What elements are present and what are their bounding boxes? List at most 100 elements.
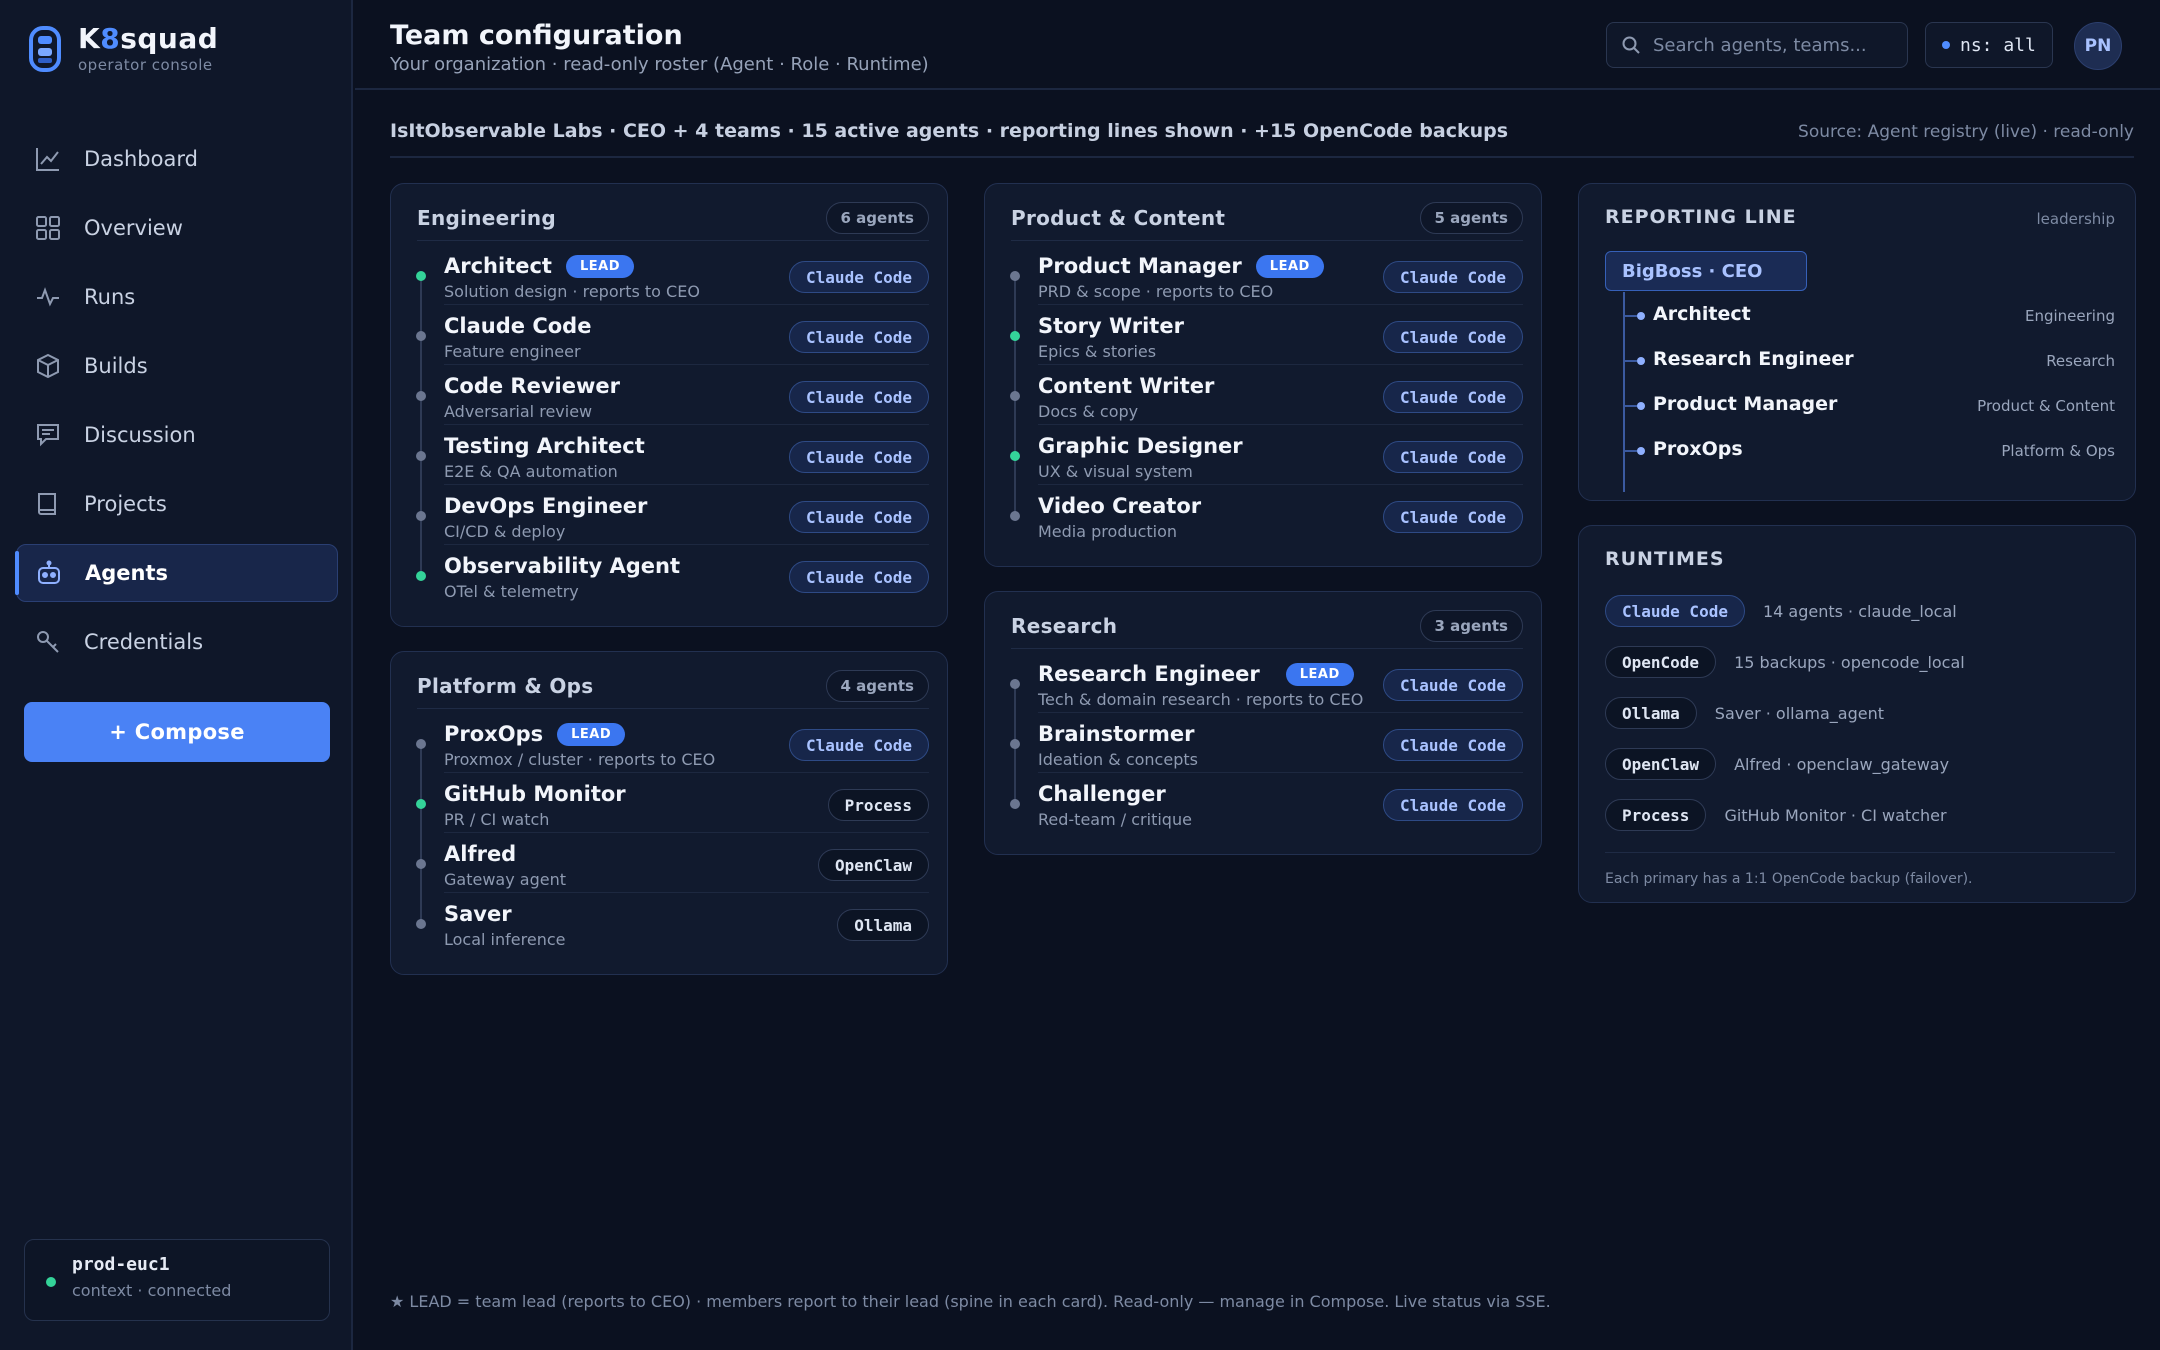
runtimes-card: RUNTIMES Claude Code 14 agents · claude_…: [1578, 525, 2136, 903]
report-row[interactable]: Architect Engineering: [1623, 301, 2115, 331]
runtime-badge[interactable]: Claude Code: [789, 441, 929, 473]
status-dot: [416, 799, 426, 809]
agent-row[interactable]: Challenger Red-team / critique Claude Co…: [985, 772, 1541, 832]
runtime-badge[interactable]: Claude Code: [1383, 789, 1523, 821]
pulse-icon: [34, 283, 62, 311]
sidebar-item-agents[interactable]: Agents: [15, 544, 338, 602]
status-dot: [1010, 511, 1020, 521]
agent-row[interactable]: Product Manager LEAD PRD & scope · report…: [985, 244, 1541, 304]
report-row[interactable]: Product Manager Product & Content: [1623, 391, 2115, 421]
agent-role: Local inference: [444, 930, 566, 949]
report-row[interactable]: ProxOps Platform & Ops: [1623, 436, 2115, 466]
agent-row[interactable]: Content Writer Docs & copy Claude Code: [985, 364, 1541, 424]
team-card-research: Research 3 agents Research Engineer LEAD …: [984, 591, 1542, 855]
runtime-badge[interactable]: Claude Code: [789, 261, 929, 293]
chart-line-icon: [34, 145, 62, 173]
runtime-badge: OpenClaw: [1605, 748, 1717, 780]
sidebar-item-label: Agents: [85, 561, 169, 585]
sidebar-item-discussion[interactable]: Discussion: [16, 406, 338, 464]
status-dot: [416, 919, 426, 929]
agent-row[interactable]: Graphic Designer UX & visual system Clau…: [985, 424, 1541, 484]
status-dot: [1010, 799, 1020, 809]
agent-row[interactable]: Code Reviewer Adversarial review Claude …: [391, 364, 947, 424]
search-input[interactable]: [1653, 34, 1893, 56]
avatar[interactable]: PN: [2074, 22, 2122, 70]
runtime-badge[interactable]: Claude Code: [789, 321, 929, 353]
agent-row[interactable]: Alfred Gateway agent OpenClaw: [391, 832, 947, 892]
connector: [1623, 360, 1637, 362]
key-icon: [34, 628, 62, 656]
runtime-row[interactable]: Claude Code 14 agents · claude_local: [1605, 594, 1957, 628]
runtime-badge[interactable]: Claude Code: [1383, 669, 1523, 701]
lead-badge: LEAD: [1255, 255, 1324, 278]
connector: [1623, 405, 1637, 407]
agent-row[interactable]: Brainstormer Ideation & concepts Claude …: [985, 712, 1541, 772]
sidebar-item-builds[interactable]: Builds: [16, 337, 338, 395]
sidebar-item-credentials[interactable]: Credentials: [16, 613, 338, 671]
sidebar-item-runs[interactable]: Runs: [16, 268, 338, 326]
agent-role: Ideation & concepts: [1038, 750, 1198, 769]
agent-name-wrap: Architect LEAD: [444, 254, 635, 278]
agent-row[interactable]: GitHub Monitor PR / CI watch Process: [391, 772, 947, 832]
compose-button[interactable]: + Compose: [24, 702, 330, 762]
reporting-line-title: REPORTING LINE: [1605, 206, 1797, 228]
team-title: Research: [1011, 614, 1118, 638]
agent-row[interactable]: ProxOps LEAD Proxmox / cluster · reports …: [391, 712, 947, 772]
runtime-row[interactable]: Ollama Saver · ollama_agent: [1605, 696, 1884, 730]
robot-icon: [35, 559, 63, 587]
context-switcher[interactable]: prod-euc1 context · connected: [24, 1239, 330, 1321]
team-card-engineering: Engineering 6 agents Architect LEAD Solut…: [390, 183, 948, 627]
runtime-badge[interactable]: Claude Code: [1383, 261, 1523, 293]
agent-role: Media production: [1038, 522, 1178, 541]
agent-name: Alfred: [444, 842, 517, 866]
sidebar: K8squad operator console Dashboard Overv…: [0, 0, 353, 1350]
status-dot: [416, 859, 426, 869]
report-team: Product & Content: [1977, 397, 2115, 415]
agent-row[interactable]: Research Engineer LEAD Tech & domain rese…: [985, 652, 1541, 712]
agent-name: Story Writer: [1038, 314, 1184, 338]
agent-name: Content Writer: [1038, 374, 1215, 398]
sidebar-item-dashboard[interactable]: Dashboard: [16, 130, 338, 188]
runtime-badge[interactable]: Claude Code: [1383, 501, 1523, 533]
runtime-badge[interactable]: Claude Code: [789, 729, 929, 761]
search-box[interactable]: [1606, 22, 1908, 68]
agent-row[interactable]: Observability Agent OTel & telemetry Cla…: [391, 544, 947, 604]
agent-name: Saver: [444, 902, 512, 926]
agent-row[interactable]: DevOps Engineer CI/CD & deploy Claude Co…: [391, 484, 947, 544]
agent-row[interactable]: Testing Architect E2E & QA automation Cl…: [391, 424, 947, 484]
namespace-selector[interactable]: ns: all: [1925, 22, 2053, 68]
brand[interactable]: K8squad operator console: [28, 24, 218, 74]
runtime-desc: 14 agents · claude_local: [1762, 601, 1957, 621]
runtime-badge[interactable]: Claude Code: [789, 381, 929, 413]
agent-row[interactable]: Story Writer Epics & stories Claude Code: [985, 304, 1541, 364]
runtime-badge[interactable]: Ollama: [837, 909, 929, 941]
agent-row[interactable]: Claude Code Feature engineer Claude Code: [391, 304, 947, 364]
sidebar-item-overview[interactable]: Overview: [16, 199, 338, 257]
runtime-badge[interactable]: Process: [827, 789, 929, 821]
runtime-badge[interactable]: Claude Code: [1383, 381, 1523, 413]
runtime-badge: Process: [1605, 799, 1707, 831]
runtime-row[interactable]: Process GitHub Monitor · CI watcher: [1605, 798, 1947, 832]
agent-row[interactable]: Saver Local inference Ollama: [391, 892, 947, 952]
runtime-badge[interactable]: Claude Code: [1383, 321, 1523, 353]
team-card-platform-ops: Platform & Ops 4 agents ProxOps LEAD Prox…: [390, 651, 948, 975]
agent-row[interactable]: Architect LEAD Solution design · reports …: [391, 244, 947, 304]
runtime-badge[interactable]: Claude Code: [789, 501, 929, 533]
runtime-row[interactable]: OpenClaw Alfred · openclaw_gateway: [1605, 747, 1949, 781]
agent-role: Epics & stories: [1038, 342, 1157, 361]
agent-row[interactable]: Video Creator Media production Claude Co…: [985, 484, 1541, 544]
team-title: Product & Content: [1011, 206, 1226, 230]
sidebar-item-projects[interactable]: Projects: [16, 475, 338, 533]
runtime-badge[interactable]: Claude Code: [789, 561, 929, 593]
report-row[interactable]: Research Engineer Research: [1623, 346, 2115, 376]
runtime-badge[interactable]: Claude Code: [1383, 729, 1523, 761]
agent-name-wrap: ProxOps LEAD: [444, 722, 626, 746]
ceo-chip[interactable]: BigBoss · CEO: [1605, 251, 1807, 291]
context-name: prod-euc1: [72, 1254, 170, 1275]
runtime-badge[interactable]: OpenClaw: [817, 849, 929, 881]
status-dot: [1010, 331, 1020, 341]
reporting-line-tag: leadership: [2036, 210, 2115, 228]
runtime-row[interactable]: OpenCode 15 backups · opencode_local: [1605, 645, 1965, 679]
sidebar-nav: Dashboard Overview Runs Builds Discussio…: [15, 130, 338, 682]
runtime-badge[interactable]: Claude Code: [1383, 441, 1523, 473]
